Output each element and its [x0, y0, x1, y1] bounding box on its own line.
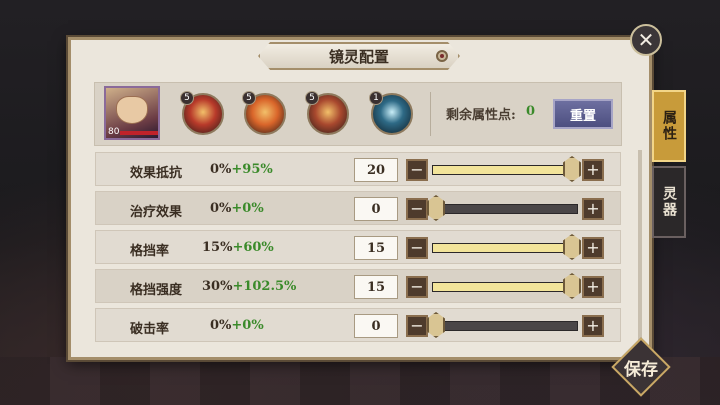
skill-level-badge: 5: [242, 91, 256, 105]
panel-title: 镜灵配置: [258, 42, 460, 70]
remaining-points-value: 0: [526, 104, 536, 119]
scrollbar[interactable]: [638, 150, 642, 340]
attribute-row: 效果抵抗 0%+95% 20− +: [95, 152, 621, 186]
slider-handle[interactable]: [427, 195, 445, 221]
attribute-value: 30%+102.5%: [202, 279, 296, 294]
points-slider[interactable]: [432, 282, 578, 292]
increase-button[interactable]: +: [582, 315, 604, 337]
attribute-row: 格挡率 15%+60% 15− +: [95, 230, 621, 264]
increase-button[interactable]: +: [582, 159, 604, 181]
hero-hp-bar: [120, 131, 158, 135]
remaining-points-label: 剩余属性点:: [446, 108, 516, 123]
tab-spirit[interactable]: 灵器: [652, 166, 686, 238]
points-input[interactable]: 0: [354, 197, 398, 221]
reset-button[interactable]: 重置: [553, 99, 613, 129]
points-input[interactable]: 20: [354, 158, 398, 182]
minus-icon: −: [410, 199, 424, 218]
attribute-value: 0%+95%: [210, 162, 273, 177]
points-input[interactable]: 0: [354, 314, 398, 338]
save-label: 保存: [624, 359, 658, 380]
decrease-button[interactable]: −: [406, 198, 428, 220]
attribute-row: 格挡强度 30%+102.5% 15− +: [95, 269, 621, 303]
attribute-base: 0%: [210, 162, 232, 177]
points-slider[interactable]: [432, 321, 578, 331]
points-slider[interactable]: [432, 243, 578, 253]
hero-bar: [94, 82, 622, 146]
banner-ornament-right-icon: [436, 50, 448, 62]
plus-icon: +: [586, 160, 600, 179]
attribute-value: 0%+0%: [210, 201, 264, 216]
points-input[interactable]: 15: [354, 236, 398, 260]
plus-icon: +: [586, 199, 600, 218]
increase-button[interactable]: +: [582, 276, 604, 298]
attribute-bonus: +60%: [232, 240, 274, 255]
increase-button[interactable]: +: [582, 198, 604, 220]
hero-level: 80: [108, 127, 120, 137]
skill-2-icon[interactable]: 5: [242, 91, 286, 135]
attribute-value: 15%+60%: [202, 240, 274, 255]
tab-attributes[interactable]: 属性: [652, 90, 686, 162]
attribute-name: 效果抵抗: [130, 166, 183, 181]
slider-fill: [433, 283, 577, 291]
decrease-button[interactable]: −: [406, 159, 428, 181]
attribute-name: 破击率: [130, 322, 170, 337]
minus-icon: −: [410, 160, 424, 179]
skill-4-icon[interactable]: 1: [369, 91, 413, 135]
decrease-button[interactable]: −: [406, 276, 428, 298]
points-slider[interactable]: [432, 204, 578, 214]
plus-icon: +: [586, 277, 600, 296]
slider-handle[interactable]: [563, 156, 581, 182]
close-icon: ✕: [637, 28, 655, 52]
skill-level-badge: 5: [180, 91, 194, 105]
minus-icon: −: [410, 316, 424, 335]
attribute-name: 治疗效果: [130, 205, 183, 220]
minus-icon: −: [410, 238, 424, 257]
skill-3-icon[interactable]: 5: [305, 91, 349, 135]
hero-portrait[interactable]: 80: [104, 86, 160, 140]
attribute-value: 0%+0%: [210, 318, 264, 333]
decrease-button[interactable]: −: [406, 315, 428, 337]
skill-level-badge: 5: [305, 91, 319, 105]
divider: [430, 92, 431, 136]
close-button[interactable]: ✕: [630, 24, 662, 56]
points-input[interactable]: 15: [354, 275, 398, 299]
points-slider[interactable]: [432, 165, 578, 175]
attribute-base: 0%: [210, 201, 232, 216]
slider-handle[interactable]: [563, 234, 581, 260]
hero-face-icon: [116, 96, 148, 124]
attribute-bonus: +95%: [231, 162, 273, 177]
plus-icon: +: [586, 316, 600, 335]
attribute-name: 格挡率: [130, 244, 170, 259]
plus-icon: +: [586, 238, 600, 257]
slider-fill: [433, 166, 577, 174]
attribute-row: 治疗效果 0%+0% 0− +: [95, 191, 621, 225]
skill-1-icon[interactable]: 5: [180, 91, 224, 135]
attribute-base: 15%: [202, 240, 233, 255]
attribute-base: 0%: [210, 318, 232, 333]
attribute-bonus: +0%: [231, 201, 264, 216]
attribute-bonus: +0%: [231, 318, 264, 333]
slider-handle[interactable]: [563, 273, 581, 299]
attribute-bonus: +102.5%: [232, 279, 297, 294]
attribute-row: 破击率 0%+0% 0− +: [95, 308, 621, 342]
minus-icon: −: [410, 277, 424, 296]
slider-fill: [433, 244, 577, 252]
skill-level-badge: 1: [369, 91, 383, 105]
attribute-base: 30%: [202, 279, 233, 294]
increase-button[interactable]: +: [582, 237, 604, 259]
attribute-name: 格挡强度: [130, 283, 183, 298]
slider-handle[interactable]: [427, 312, 445, 338]
save-button[interactable]: 保存: [611, 337, 671, 397]
decrease-button[interactable]: −: [406, 237, 428, 259]
